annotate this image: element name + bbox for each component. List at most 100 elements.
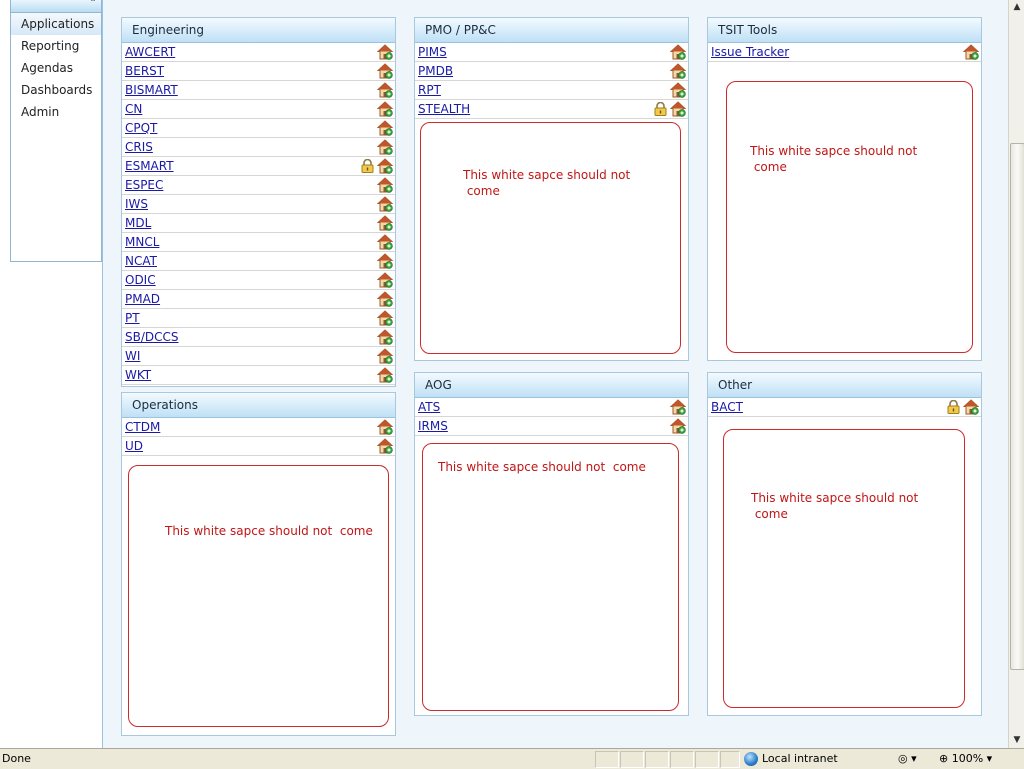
app-link[interactable]: PMAD — [125, 292, 160, 306]
home-add-icon[interactable] — [376, 291, 394, 307]
home-add-icon[interactable] — [669, 418, 687, 434]
panel-title: TSIT Tools — [708, 18, 981, 43]
home-add-icon[interactable] — [376, 196, 394, 212]
nav-item-agendas[interactable]: Agendas — [11, 57, 101, 79]
app-row: CTDM — [122, 418, 395, 437]
home-add-icon[interactable] — [376, 310, 394, 326]
whitespace-note-text: This white sapce should not come — [750, 144, 918, 174]
app-link[interactable]: CTDM — [125, 420, 160, 434]
status-slot — [645, 751, 669, 768]
app-link[interactable]: PT — [125, 311, 140, 325]
home-add-icon[interactable] — [376, 253, 394, 269]
scroll-up-icon[interactable]: ▲ — [1010, 0, 1024, 14]
protected-mode-icon[interactable]: ◎ ▾ — [898, 749, 917, 769]
home-add-icon[interactable] — [962, 399, 980, 415]
home-add-icon[interactable] — [376, 139, 394, 155]
home-add-icon[interactable] — [376, 177, 394, 193]
home-add-icon[interactable] — [376, 215, 394, 231]
app-link[interactable]: MNCL — [125, 235, 159, 249]
app-link[interactable]: ODIC — [125, 273, 156, 287]
app-row: CPQT — [122, 119, 395, 138]
zone-label: Local intranet — [762, 752, 838, 765]
whitespace-note-box — [723, 429, 965, 708]
app-row: ESPEC — [122, 176, 395, 195]
app-link[interactable]: WI — [125, 349, 140, 363]
left-navigation: Applications Reporting Agendas Dashboard… — [10, 13, 102, 262]
lock-icon — [654, 101, 667, 116]
status-text: Done — [2, 752, 31, 765]
app-row: WKT — [122, 366, 395, 385]
app-link[interactable]: ESMART — [125, 159, 174, 173]
whitespace-note-text: This white sapce should not come — [463, 168, 631, 198]
app-row: UD — [122, 437, 395, 456]
panel-other: Other BACT This white sapce should not c… — [707, 372, 982, 716]
app-link[interactable]: Issue Tracker — [711, 45, 789, 59]
whitespace-note-box — [420, 122, 681, 354]
scrollbar-thumb[interactable] — [1010, 143, 1024, 670]
app-link[interactable]: MDL — [125, 216, 151, 230]
nav-item-reporting[interactable]: Reporting — [11, 35, 101, 57]
app-link[interactable]: WKT — [125, 368, 151, 382]
zoom-level: 100% — [951, 752, 984, 765]
home-add-icon[interactable] — [669, 82, 687, 98]
app-link[interactable]: AWCERT — [125, 45, 175, 59]
panel-pmo-ppc: PMO / PP&C PIMS PMDB RPT STEALTH This white… — [414, 17, 689, 361]
home-add-icon[interactable] — [376, 438, 394, 454]
app-link[interactable]: UD — [125, 439, 143, 453]
app-row: WI — [122, 347, 395, 366]
nav-item-dashboards[interactable]: Dashboards — [11, 79, 101, 101]
panel-title: Other — [708, 373, 981, 398]
app-row: BERST — [122, 62, 395, 81]
app-link[interactable]: RPT — [418, 83, 441, 97]
app-row: PT — [122, 309, 395, 328]
home-add-icon[interactable] — [962, 44, 980, 60]
home-add-icon[interactable] — [376, 120, 394, 136]
app-link[interactable]: IWS — [125, 197, 148, 211]
home-add-icon[interactable] — [669, 399, 687, 415]
app-list: ATS IRMS — [415, 398, 688, 436]
app-link[interactable]: CN — [125, 102, 142, 116]
app-link[interactable]: PMDB — [418, 64, 453, 78]
home-add-icon[interactable] — [376, 44, 394, 60]
app-link[interactable]: PIMS — [418, 45, 447, 59]
app-link[interactable]: BACT — [711, 400, 743, 414]
app-link[interactable]: IRMS — [418, 419, 448, 433]
app-link[interactable]: ESPEC — [125, 178, 163, 192]
panel-title: Operations — [122, 393, 395, 418]
home-add-icon[interactable] — [376, 234, 394, 250]
app-row: PMDB — [415, 62, 688, 81]
app-row: STEALTH — [415, 100, 688, 119]
home-add-icon[interactable] — [376, 272, 394, 288]
home-add-icon[interactable] — [376, 82, 394, 98]
home-add-icon[interactable] — [376, 348, 394, 364]
home-add-icon[interactable] — [376, 419, 394, 435]
vertical-scrollbar[interactable]: ▲ ▼ — [1008, 0, 1024, 748]
home-add-icon[interactable] — [669, 63, 687, 79]
whitespace-note-box — [128, 465, 389, 727]
app-list: Issue Tracker — [708, 43, 981, 62]
home-add-icon[interactable] — [376, 158, 394, 174]
app-link[interactable]: BERST — [125, 64, 164, 78]
app-row: SB/DCCS — [122, 328, 395, 347]
nav-item-admin[interactable]: Admin — [11, 101, 101, 123]
app-link[interactable]: CRIS — [125, 140, 153, 154]
home-add-icon[interactable] — [669, 44, 687, 60]
home-add-icon[interactable] — [376, 63, 394, 79]
home-add-icon[interactable] — [376, 367, 394, 383]
nav-item-applications[interactable]: Applications — [11, 13, 101, 35]
status-slot — [670, 751, 694, 768]
home-add-icon[interactable] — [376, 329, 394, 345]
app-link[interactable]: CPQT — [125, 121, 157, 135]
app-link[interactable]: NCAT — [125, 254, 157, 268]
app-link[interactable]: STEALTH — [418, 102, 470, 116]
status-bar: Done Local intranet ◎ ▾ ⊕ 100% ▾ — [0, 748, 1024, 769]
home-add-icon[interactable] — [376, 101, 394, 117]
chevron-up-icon[interactable]: ˄ — [87, 0, 99, 10]
globe-icon — [744, 752, 758, 766]
app-link[interactable]: SB/DCCS — [125, 330, 179, 344]
scroll-down-icon[interactable]: ▼ — [1010, 733, 1024, 747]
app-link[interactable]: ATS — [418, 400, 440, 414]
app-link[interactable]: BISMART — [125, 83, 178, 97]
home-add-icon[interactable] — [669, 101, 687, 117]
zoom-control[interactable]: ⊕ 100% ▾ — [939, 749, 992, 769]
